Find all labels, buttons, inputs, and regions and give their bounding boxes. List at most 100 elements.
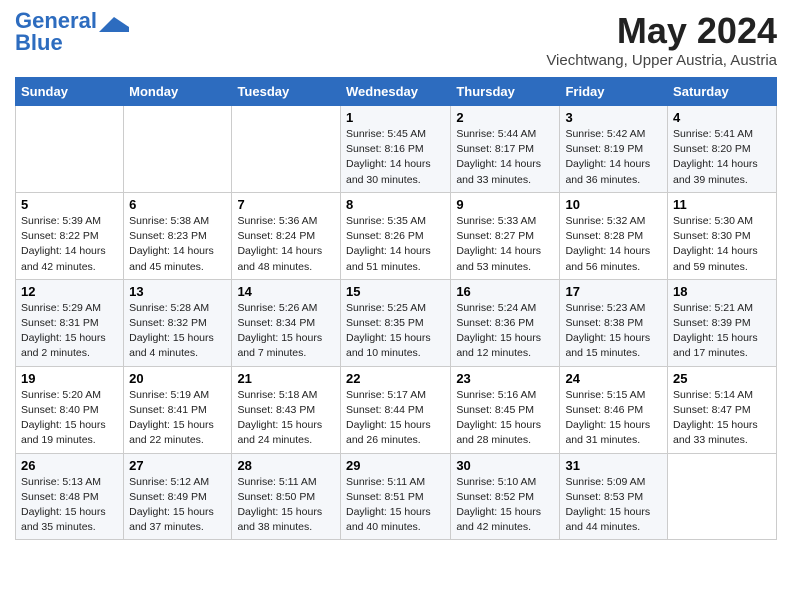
day-info: Sunrise: 5:42 AM Sunset: 8:19 PM Dayligh… [565, 127, 662, 188]
col-header-thursday: Thursday [451, 78, 560, 106]
col-header-monday: Monday [124, 78, 232, 106]
day-info: Sunrise: 5:12 AM Sunset: 8:49 PM Dayligh… [129, 475, 226, 536]
calendar-cell: 6Sunrise: 5:38 AM Sunset: 8:23 PM Daylig… [124, 192, 232, 279]
calendar-cell [124, 106, 232, 193]
day-number: 7 [237, 197, 335, 212]
day-info: Sunrise: 5:26 AM Sunset: 8:34 PM Dayligh… [237, 301, 335, 362]
day-number: 13 [129, 284, 226, 299]
day-info: Sunrise: 5:32 AM Sunset: 8:28 PM Dayligh… [565, 214, 662, 275]
day-number: 26 [21, 458, 118, 473]
calendar-cell: 1 Sunrise: 5:45 AM Sunset: 8:16 PM Daylig… [340, 106, 450, 193]
day-number: 1 [346, 110, 445, 125]
day-number: 15 [346, 284, 445, 299]
day-info: Sunrise: 5:13 AM Sunset: 8:48 PM Dayligh… [21, 475, 118, 536]
calendar-cell: 21 Sunrise: 5:18 AM Sunset: 8:43 PM Dayli… [232, 366, 341, 453]
day-number: 18 [673, 284, 771, 299]
day-info: Sunrise: 5:10 AM Sunset: 8:52 PM Dayligh… [456, 475, 554, 536]
calendar-cell: 29 Sunrise: 5:11 AM Sunset: 8:51 PM Dayli… [340, 453, 450, 540]
day-info: Sunrise: 5:25 AM Sunset: 8:35 PM Dayligh… [346, 301, 445, 362]
day-info: Sunrise: 5:28 AM Sunset: 8:32 PM Dayligh… [129, 301, 226, 362]
day-info: Sunrise: 5:36 AM Sunset: 8:24 PM Dayligh… [237, 214, 335, 275]
calendar-cell: 26 Sunrise: 5:13 AM Sunset: 8:48 PM Dayli… [16, 453, 124, 540]
day-number: 31 [565, 458, 662, 473]
day-number: 17 [565, 284, 662, 299]
day-number: 3 [565, 110, 662, 125]
day-info: Sunrise: 5:18 AM Sunset: 8:43 PM Dayligh… [237, 388, 335, 449]
day-number: 9 [456, 197, 554, 212]
day-number: 2 [456, 110, 554, 125]
day-number: 11 [673, 197, 771, 212]
calendar-cell: 28Sunrise: 5:11 AM Sunset: 8:50 PM Dayli… [232, 453, 341, 540]
day-info: Sunrise: 5:35 AM Sunset: 8:26 PM Dayligh… [346, 214, 445, 275]
calendar-cell: 2 Sunrise: 5:44 AM Sunset: 8:17 PM Daylig… [451, 106, 560, 193]
day-number: 27 [129, 458, 226, 473]
day-info: Sunrise: 5:21 AM Sunset: 8:39 PM Dayligh… [673, 301, 771, 362]
calendar-cell: 9Sunrise: 5:33 AM Sunset: 8:27 PM Daylig… [451, 192, 560, 279]
logo: GeneralBlue [15, 10, 129, 54]
calendar-cell: 10 Sunrise: 5:32 AM Sunset: 8:28 PM Dayli… [560, 192, 668, 279]
day-info: Sunrise: 5:19 AM Sunset: 8:41 PM Dayligh… [129, 388, 226, 449]
subtitle: Viechtwang, Upper Austria, Austria [546, 52, 777, 69]
day-info: Sunrise: 5:11 AM Sunset: 8:50 PM Dayligh… [237, 475, 335, 536]
day-info: Sunrise: 5:24 AM Sunset: 8:36 PM Dayligh… [456, 301, 554, 362]
col-header-saturday: Saturday [668, 78, 777, 106]
day-number: 5 [21, 197, 118, 212]
col-header-friday: Friday [560, 78, 668, 106]
calendar-cell: 22 Sunrise: 5:17 AM Sunset: 8:44 PM Dayli… [340, 366, 450, 453]
day-info: Sunrise: 5:38 AM Sunset: 8:23 PM Dayligh… [129, 214, 226, 275]
col-header-wednesday: Wednesday [340, 78, 450, 106]
day-info: Sunrise: 5:11 AM Sunset: 8:51 PM Dayligh… [346, 475, 445, 536]
day-info: Sunrise: 5:20 AM Sunset: 8:40 PM Dayligh… [21, 388, 118, 449]
calendar-cell: 27 Sunrise: 5:12 AM Sunset: 8:49 PM Dayli… [124, 453, 232, 540]
day-number: 14 [237, 284, 335, 299]
logo-text: GeneralBlue [15, 10, 97, 54]
day-info: Sunrise: 5:16 AM Sunset: 8:45 PM Dayligh… [456, 388, 554, 449]
day-info: Sunrise: 5:23 AM Sunset: 8:38 PM Dayligh… [565, 301, 662, 362]
day-number: 19 [21, 371, 118, 386]
col-header-tuesday: Tuesday [232, 78, 341, 106]
calendar-cell [668, 453, 777, 540]
calendar-cell: 18 Sunrise: 5:21 AM Sunset: 8:39 PM Dayli… [668, 279, 777, 366]
calendar-cell: 25 Sunrise: 5:14 AM Sunset: 8:47 PM Dayli… [668, 366, 777, 453]
day-number: 20 [129, 371, 226, 386]
day-number: 23 [456, 371, 554, 386]
page-header: GeneralBlue May 2024 Viechtwang, Upper A… [15, 10, 777, 69]
day-number: 10 [565, 197, 662, 212]
day-number: 25 [673, 371, 771, 386]
day-number: 22 [346, 371, 445, 386]
day-number: 12 [21, 284, 118, 299]
col-header-sunday: Sunday [16, 78, 124, 106]
calendar-cell: 11 Sunrise: 5:30 AM Sunset: 8:30 PM Dayli… [668, 192, 777, 279]
day-number: 30 [456, 458, 554, 473]
day-info: Sunrise: 5:09 AM Sunset: 8:53 PM Dayligh… [565, 475, 662, 536]
day-info: Sunrise: 5:41 AM Sunset: 8:20 PM Dayligh… [673, 127, 771, 188]
day-number: 29 [346, 458, 445, 473]
day-info: Sunrise: 5:14 AM Sunset: 8:47 PM Dayligh… [673, 388, 771, 449]
calendar-cell: 14 Sunrise: 5:26 AM Sunset: 8:34 PM Dayli… [232, 279, 341, 366]
calendar-cell: 23 Sunrise: 5:16 AM Sunset: 8:45 PM Dayli… [451, 366, 560, 453]
calendar-cell: 12Sunrise: 5:29 AM Sunset: 8:31 PM Dayli… [16, 279, 124, 366]
day-info: Sunrise: 5:44 AM Sunset: 8:17 PM Dayligh… [456, 127, 554, 188]
calendar-cell: 24 Sunrise: 5:15 AM Sunset: 8:46 PM Dayli… [560, 366, 668, 453]
calendar-cell: 13 Sunrise: 5:28 AM Sunset: 8:32 PM Dayli… [124, 279, 232, 366]
day-info: Sunrise: 5:30 AM Sunset: 8:30 PM Dayligh… [673, 214, 771, 275]
calendar-cell: 8 Sunrise: 5:35 AM Sunset: 8:26 PM Daylig… [340, 192, 450, 279]
day-info: Sunrise: 5:45 AM Sunset: 8:16 PM Dayligh… [346, 127, 445, 188]
day-info: Sunrise: 5:17 AM Sunset: 8:44 PM Dayligh… [346, 388, 445, 449]
calendar-cell: 20 Sunrise: 5:19 AM Sunset: 8:41 PM Dayli… [124, 366, 232, 453]
day-number: 4 [673, 110, 771, 125]
day-number: 16 [456, 284, 554, 299]
calendar-cell: 5 Sunrise: 5:39 AM Sunset: 8:22 PM Daylig… [16, 192, 124, 279]
title-block: May 2024 Viechtwang, Upper Austria, Aust… [546, 10, 777, 69]
calendar-cell: 19 Sunrise: 5:20 AM Sunset: 8:40 PM Dayli… [16, 366, 124, 453]
main-title: May 2024 [546, 10, 777, 52]
day-number: 21 [237, 371, 335, 386]
day-info: Sunrise: 5:15 AM Sunset: 8:46 PM Dayligh… [565, 388, 662, 449]
calendar-cell: 16 Sunrise: 5:24 AM Sunset: 8:36 PM Dayli… [451, 279, 560, 366]
day-info: Sunrise: 5:39 AM Sunset: 8:22 PM Dayligh… [21, 214, 118, 275]
calendar-table: SundayMondayTuesdayWednesdayThursdayFrid… [15, 77, 777, 540]
day-number: 8 [346, 197, 445, 212]
calendar-cell: 17 Sunrise: 5:23 AM Sunset: 8:38 PM Dayli… [560, 279, 668, 366]
day-number: 24 [565, 371, 662, 386]
calendar-cell: 15 Sunrise: 5:25 AM Sunset: 8:35 PM Dayli… [340, 279, 450, 366]
